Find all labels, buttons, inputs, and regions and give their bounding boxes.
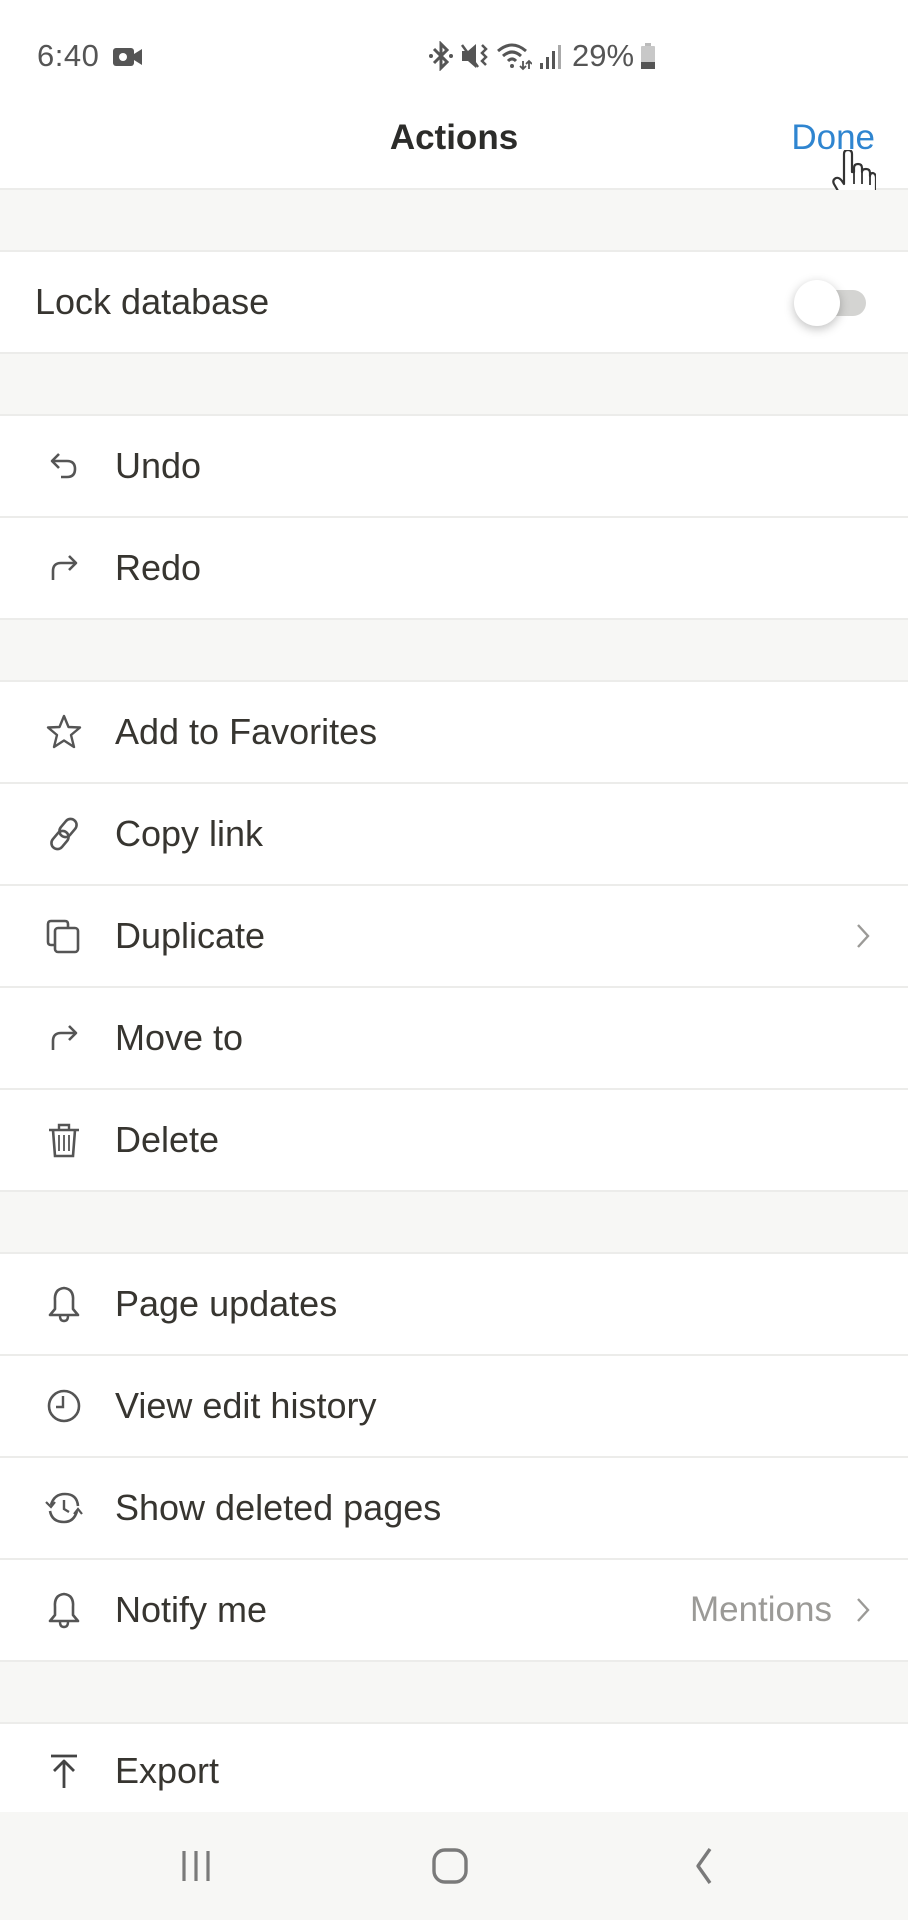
move-arrow-icon xyxy=(44,1018,84,1058)
lock-database-row[interactable]: Lock database xyxy=(0,252,908,354)
home-icon xyxy=(432,1848,468,1884)
group-spacer xyxy=(0,354,908,416)
show-deleted-pages-row[interactable]: Show deleted pages xyxy=(0,1458,908,1560)
duplicate-row[interactable]: Duplicate xyxy=(0,886,908,988)
show-deleted-pages-label: Show deleted pages xyxy=(115,1487,442,1528)
toggle-thumb xyxy=(794,280,840,326)
move-to-label: Move to xyxy=(115,1017,244,1058)
add-to-favorites-label: Add to Favorites xyxy=(115,711,378,752)
bell-icon xyxy=(44,1590,84,1630)
wifi-icon xyxy=(497,43,532,71)
add-to-favorites-row[interactable]: Add to Favorites xyxy=(0,682,908,784)
trash-icon xyxy=(44,1120,84,1160)
copy-link-label: Copy link xyxy=(115,813,264,854)
link-icon xyxy=(44,814,84,854)
export-icon xyxy=(44,1751,84,1791)
header: Actions Done xyxy=(0,100,908,190)
undo-row[interactable]: Undo xyxy=(0,416,908,518)
view-edit-history-row[interactable]: View edit history xyxy=(0,1356,908,1458)
star-icon xyxy=(44,712,84,752)
signal-icon xyxy=(540,45,561,69)
system-nav-bar xyxy=(0,1812,908,1920)
notify-me-value: Mentions xyxy=(689,1590,832,1629)
clock-icon xyxy=(44,1386,84,1426)
back-button[interactable] xyxy=(674,1838,734,1894)
export-label: Export xyxy=(115,1749,220,1791)
home-button[interactable] xyxy=(420,1838,480,1894)
bell-icon xyxy=(44,1284,84,1324)
redo-label: Redo xyxy=(115,547,202,588)
page-title: Actions xyxy=(389,118,519,157)
undo-icon xyxy=(44,446,84,486)
group-spacer xyxy=(0,1662,908,1724)
duplicate-label: Duplicate xyxy=(115,915,266,956)
notify-me-row[interactable]: Notify me Mentions xyxy=(0,1560,908,1662)
notify-me-label: Notify me xyxy=(115,1589,268,1630)
delete-row[interactable]: Delete xyxy=(0,1090,908,1192)
delete-label: Delete xyxy=(115,1119,220,1160)
status-icons: 29% xyxy=(428,38,656,74)
status-bar: 6:40 29% xyxy=(0,0,908,100)
group-spacer xyxy=(0,1192,908,1254)
actions-list: Lock database Undo Redo Add to Favorites… xyxy=(0,190,908,1817)
chevron-right-icon xyxy=(857,924,870,948)
recent-apps-icon xyxy=(182,1851,210,1881)
chevron-right-icon xyxy=(857,1598,870,1622)
move-to-row[interactable]: Move to xyxy=(0,988,908,1090)
redo-icon xyxy=(44,548,84,588)
restore-history-icon xyxy=(44,1488,84,1528)
redo-row[interactable]: Redo xyxy=(0,518,908,620)
undo-label: Undo xyxy=(115,445,202,486)
mute-vibrate-icon xyxy=(460,44,488,68)
copy-link-row[interactable]: Copy link xyxy=(0,784,908,886)
recent-apps-button[interactable] xyxy=(166,1838,226,1894)
back-icon xyxy=(696,1848,712,1884)
view-edit-history-label: View edit history xyxy=(115,1385,377,1426)
battery-percent: 29% xyxy=(572,38,635,73)
page-updates-label: Page updates xyxy=(115,1283,338,1324)
page-updates-row[interactable]: Page updates xyxy=(0,1254,908,1356)
video-recording-icon xyxy=(113,48,142,66)
group-spacer xyxy=(0,620,908,682)
battery-icon xyxy=(641,43,656,69)
lock-database-toggle[interactable] xyxy=(794,280,868,326)
export-row[interactable]: Export xyxy=(0,1724,908,1817)
group-spacer xyxy=(0,190,908,252)
bluetooth-icon xyxy=(429,41,453,71)
lock-database-label: Lock database xyxy=(35,281,270,322)
duplicate-icon xyxy=(44,916,84,956)
status-time: 6:40 xyxy=(37,38,100,73)
